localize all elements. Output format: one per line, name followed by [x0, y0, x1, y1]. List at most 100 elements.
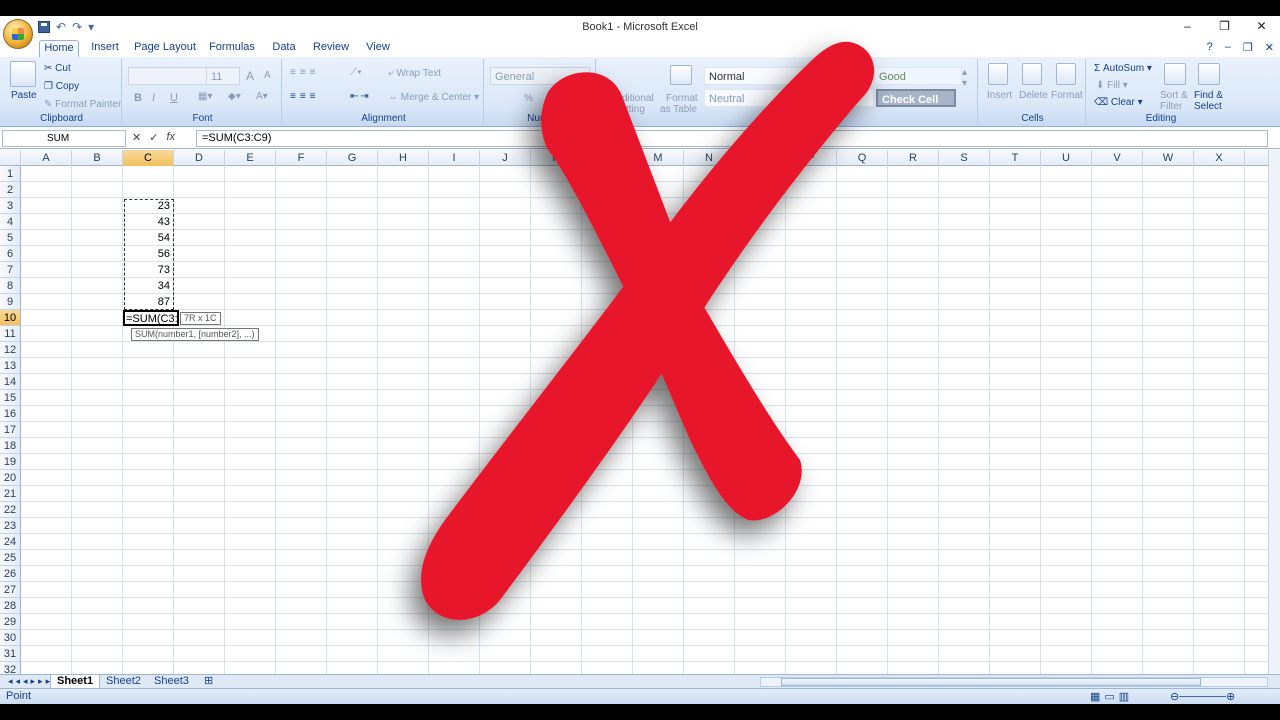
column-header-a[interactable]: A	[21, 150, 72, 166]
ribbon-minimize-button[interactable]: –	[1225, 41, 1231, 54]
column-header-q[interactable]: Q	[837, 150, 888, 166]
minimize-button[interactable]: –	[1169, 16, 1206, 36]
column-header-d[interactable]: D	[174, 150, 225, 166]
grow-font-button[interactable]: A	[246, 69, 254, 83]
row-header-26[interactable]: 26	[0, 566, 21, 582]
wrap-text-button[interactable]: ⤶ Wrap Text	[388, 68, 441, 79]
number-format-select[interactable]: General	[490, 67, 590, 85]
select-all-corner[interactable]	[0, 150, 21, 166]
horizontal-scrollbar[interactable]	[760, 677, 1268, 687]
column-header-o[interactable]: O	[735, 150, 786, 166]
row-header-12[interactable]: 12	[0, 342, 21, 358]
row-header-31[interactable]: 31	[0, 646, 21, 662]
row-header-25[interactable]: 25	[0, 550, 21, 566]
row-header-9[interactable]: 9	[0, 294, 21, 310]
row-header-28[interactable]: 28	[0, 598, 21, 614]
column-header-h[interactable]: H	[378, 150, 429, 166]
row-header-23[interactable]: 23	[0, 518, 21, 534]
conditional-formatting-button[interactable]: ditional	[622, 93, 654, 104]
help-icon[interactable]: ?	[1207, 41, 1213, 54]
column-header-b[interactable]: B	[72, 150, 123, 166]
find-select-button[interactable]: Find &	[1194, 90, 1223, 101]
row-header-10[interactable]: 10	[0, 310, 21, 326]
column-header-p[interactable]: P	[786, 150, 837, 166]
row-header-6[interactable]: 6	[0, 246, 21, 262]
column-header-w[interactable]: W	[1143, 150, 1194, 166]
row-header-15[interactable]: 15	[0, 390, 21, 406]
row-header-11[interactable]: 11	[0, 326, 21, 342]
cell-c6[interactable]: 56	[123, 246, 172, 262]
insert-function-icon[interactable]: fx	[166, 131, 175, 144]
column-header-j[interactable]: J	[480, 150, 531, 166]
style-neutral[interactable]: Neutral	[704, 89, 874, 107]
cell-c3[interactable]: 23	[123, 198, 172, 214]
format-button[interactable]: Format	[1051, 90, 1083, 101]
font-size-select[interactable]: 11	[206, 67, 240, 85]
clear-button[interactable]: ⌫ Clear ▾	[1094, 97, 1143, 108]
view-buttons[interactable]: ▦▭▥	[1090, 690, 1133, 703]
close-button[interactable]: ✕	[1243, 16, 1280, 36]
underline-button[interactable]: U	[170, 92, 178, 104]
row-header-16[interactable]: 16	[0, 406, 21, 422]
vertical-align-icons[interactable]: ≡≡≡	[290, 67, 320, 78]
bold-button[interactable]: B	[134, 92, 142, 104]
cell-c4[interactable]: 43	[123, 214, 172, 230]
insert-button[interactable]: Insert	[987, 90, 1012, 101]
tab-data[interactable]: Data	[266, 40, 302, 57]
indent-icons[interactable]: ⇤⇥	[350, 91, 371, 102]
restore-button[interactable]: ❐	[1206, 16, 1243, 36]
cancel-icon[interactable]: ✕	[132, 131, 141, 144]
tab-page-layout[interactable]: Page Layout	[132, 40, 198, 57]
column-header-f[interactable]: F	[276, 150, 327, 166]
percent-button[interactable]: %	[524, 93, 533, 104]
cut-button[interactable]: ✂ Cut	[44, 63, 71, 74]
row-header-3[interactable]: 3	[0, 198, 21, 214]
active-edit-cell[interactable]: =SUM(C3:C9)	[123, 310, 179, 326]
sort-filter-button[interactable]: Sort &	[1160, 90, 1188, 101]
column-header-u[interactable]: U	[1041, 150, 1092, 166]
cell-c8[interactable]: 34	[123, 278, 172, 294]
row-header-13[interactable]: 13	[0, 358, 21, 374]
row-header-8[interactable]: 8	[0, 278, 21, 294]
delete-button[interactable]: Delete	[1019, 90, 1048, 101]
format-as-table-button[interactable]: Format	[666, 93, 698, 104]
row-header-32[interactable]: 32	[0, 662, 21, 674]
tab-view[interactable]: View	[360, 40, 396, 57]
fill-color-icon[interactable]: ◆▾	[228, 91, 241, 102]
tab-home[interactable]: Home	[39, 40, 79, 57]
column-header-i[interactable]: I	[429, 150, 480, 166]
column-header-l[interactable]: L	[582, 150, 633, 166]
row-header-24[interactable]: 24	[0, 534, 21, 550]
cell-c7[interactable]: 73	[123, 262, 172, 278]
row-header-22[interactable]: 22	[0, 502, 21, 518]
sheet-tab-3[interactable]: Sheet3	[148, 675, 195, 689]
formula-input[interactable]: =SUM(C3:C9)	[196, 130, 1268, 147]
name-box[interactable]: SUM	[2, 130, 126, 147]
column-header-x[interactable]: X	[1194, 150, 1245, 166]
row-header-27[interactable]: 27	[0, 582, 21, 598]
vertical-scrollbar[interactable]	[1268, 150, 1280, 674]
column-header-t[interactable]: T	[990, 150, 1041, 166]
column-header-g[interactable]: G	[327, 150, 378, 166]
italic-button[interactable]: I	[152, 92, 155, 104]
insert-sheet-icon[interactable]: ⊞	[198, 675, 219, 689]
format-painter-button[interactable]: ✎ Format Painter	[44, 99, 121, 110]
horizontal-align-icons[interactable]: ≡≡≡	[290, 91, 320, 102]
borders-icon[interactable]: ▦▾	[198, 91, 212, 102]
row-header-19[interactable]: 19	[0, 454, 21, 470]
row-header-5[interactable]: 5	[0, 230, 21, 246]
row-header-21[interactable]: 21	[0, 486, 21, 502]
column-header-n[interactable]: N	[684, 150, 735, 166]
row-header-20[interactable]: 20	[0, 470, 21, 486]
row-header-17[interactable]: 17	[0, 422, 21, 438]
row-header-14[interactable]: 14	[0, 374, 21, 390]
row-header-4[interactable]: 4	[0, 214, 21, 230]
font-name-select[interactable]	[128, 67, 208, 85]
row-header-30[interactable]: 30	[0, 630, 21, 646]
row-header-2[interactable]: 2	[0, 182, 21, 198]
sheet-tab-1[interactable]: Sheet1	[50, 675, 101, 689]
column-header-v[interactable]: V	[1092, 150, 1143, 166]
cell-c9[interactable]: 87	[123, 294, 172, 310]
row-header-1[interactable]: 1	[0, 166, 21, 182]
column-header-c[interactable]: C	[123, 150, 174, 166]
